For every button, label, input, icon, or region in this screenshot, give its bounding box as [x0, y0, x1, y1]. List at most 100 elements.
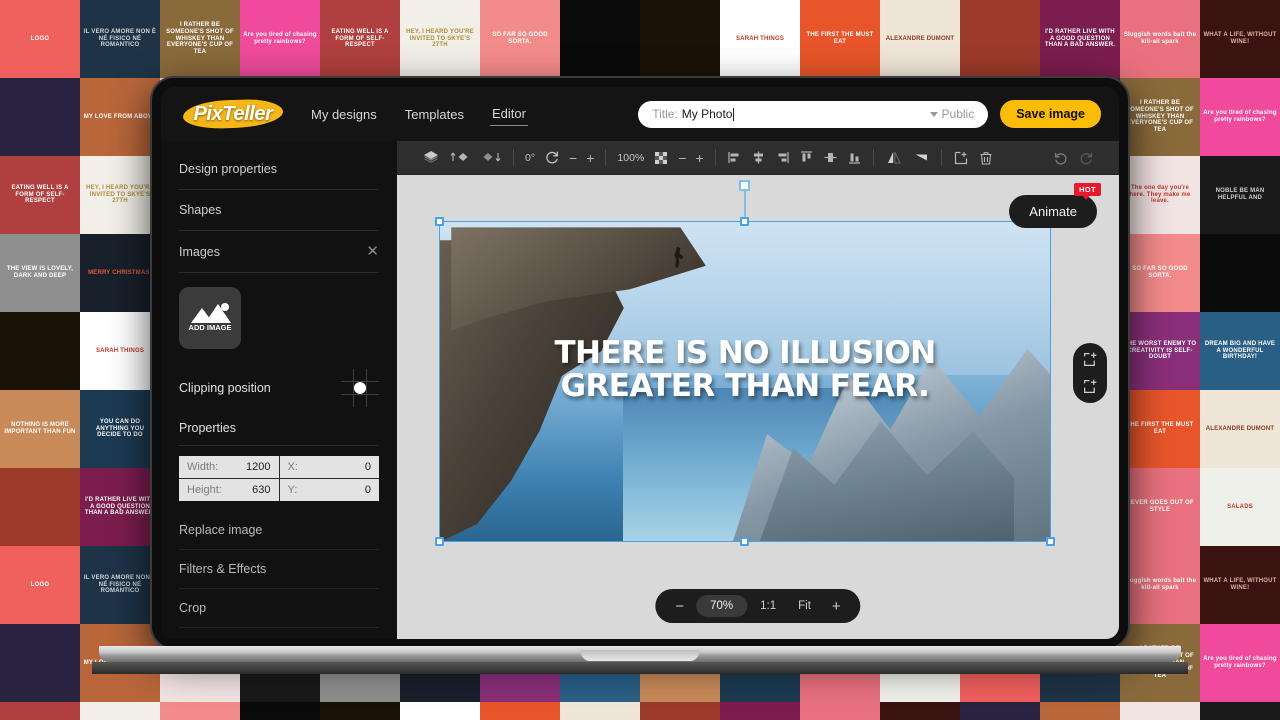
rotation-increase-button[interactable]: + [586, 151, 594, 165]
collage-tile: THE FIRST THE MUST EAT [1120, 390, 1200, 468]
toolbar-group-opacity: 100% − + [606, 150, 714, 166]
collage-tile: NOBLE BE MAN HELPFUL AND [1200, 156, 1280, 234]
redo-icon[interactable] [1078, 150, 1094, 166]
collage-tile: SARAH THINGS [400, 702, 480, 720]
collage-tile [640, 702, 720, 720]
collage-tile: EATING WELL IS A FORM OF SELF-RESPECT [0, 156, 80, 234]
opacity-decrease-button[interactable]: − [678, 151, 686, 165]
add-frame-below-icon[interactable] [1082, 378, 1099, 395]
zoom-fit-button[interactable]: Fit [789, 600, 820, 612]
rotate-icon[interactable] [544, 150, 560, 166]
canvas-stage[interactable]: HOT Animate THERE IS NO ILLUSION GREATER… [397, 175, 1119, 639]
sidebar-link-replace-image[interactable]: Replace image [179, 511, 379, 550]
bring-forward-icon[interactable] [449, 150, 471, 166]
flip-horizontal-icon[interactable] [885, 150, 903, 165]
design-text-line-2: GREATER THAN FEAR. [560, 368, 930, 405]
toolbar-group-object [942, 150, 1005, 166]
align-middle-vertical-icon[interactable] [823, 150, 838, 165]
collage-tile: Are you tired of chasing pretty rainbows… [1200, 624, 1280, 702]
sidebar-link-crop[interactable]: Crop [179, 589, 379, 628]
send-backward-icon[interactable] [480, 150, 502, 166]
design-text-line-1: THERE IS NO ILLUSION [554, 334, 936, 371]
main-nav: My designs Templates Editor [309, 102, 528, 126]
collage-tile-text: SO FAR SO GOOD SORTA. [492, 32, 548, 45]
align-right-icon[interactable] [775, 150, 790, 165]
laptop-screen: PixTeller My designs Templates Editor Ti… [152, 78, 1128, 648]
property-width[interactable]: Width: 1200 [179, 456, 279, 478]
collage-tile: LOGO [0, 546, 80, 624]
collage-tile-text: MY LOVE FROM ABOVE [83, 113, 157, 120]
canvas-area: 0° − + 100% − + HOT Animate THERE IS NO … [397, 141, 1119, 639]
sidebar-link-filters-effects[interactable]: Filters & Effects [179, 550, 379, 589]
collage-tile [240, 702, 320, 720]
design-image[interactable]: THERE IS NO ILLUSION GREATER THAN FEAR. [439, 221, 1051, 542]
screenshot-root: LOGO IL VERO AMORE NON È NÉ FISICO NÉ ROM… [0, 0, 1280, 720]
opacity-checker-icon[interactable] [653, 150, 669, 166]
collage-tile-text: I'D RATHER LIVE WITH A GOOD QUESTION THA… [84, 496, 156, 517]
collage-tile-text: NOTHING IS MORE IMPORTANT THAN FUN [4, 422, 76, 435]
sidebar-link-mask[interactable]: Mask [179, 628, 379, 639]
collage-tile: SARAH THINGS [720, 0, 800, 78]
collage-tile-text: IL VERO AMORE NON È NÉ FISICO NÉ ROMANTI… [83, 28, 157, 49]
save-image-button[interactable]: Save image [1000, 100, 1101, 128]
add-image-label-line2: IMAGE [206, 323, 232, 333]
property-x[interactable]: X: 0 [279, 456, 379, 478]
align-top-icon[interactable] [799, 150, 814, 165]
collage-tile-text: IL VERO AMORE NON È NÉ FISICO NÉ ROMANTI… [83, 574, 157, 595]
delete-icon[interactable] [978, 150, 994, 166]
title-prefix-label: Title: [652, 107, 678, 121]
sidebar-section-design-properties[interactable]: Design properties [179, 149, 379, 190]
sidebar-section-shapes[interactable]: Shapes [179, 190, 379, 231]
collage-tile: IL VERO AMORE NON È NÉ FISICO NÉ ROMANTI… [80, 0, 160, 78]
collage-tile [640, 0, 720, 78]
collage-tile: MY LOVE FROM ABOVE [1040, 702, 1120, 720]
duplicate-icon[interactable] [953, 150, 969, 166]
rotation-decrease-button[interactable]: − [569, 151, 577, 165]
visibility-selector[interactable]: Public [929, 107, 974, 121]
collage-tile: Are you tired of chasing pretty rainbows… [240, 0, 320, 78]
align-bottom-icon[interactable] [847, 150, 862, 165]
layers-icon[interactable] [422, 149, 440, 167]
header-right-group: Title: My Photo Public Save image [638, 100, 1101, 128]
clipping-position-dot[interactable] [354, 382, 366, 394]
collage-tile: SO FAR SO GOOD SORTA. [1120, 234, 1200, 312]
property-width-value: 1200 [246, 461, 271, 473]
collage-tile: ALEXANDRE DUMONT [880, 0, 960, 78]
collage-tile-text: SARAH THINGS [735, 35, 785, 42]
property-x-label: X: [287, 461, 298, 473]
zoom-one-to-one-button[interactable]: 1:1 [751, 600, 785, 612]
collage-tile: I RATHER BE SOMEONE'S SHOT OF WHISKEY TH… [1120, 78, 1200, 156]
opacity-increase-button[interactable]: + [695, 151, 703, 165]
nav-item-editor[interactable]: Editor [490, 102, 528, 126]
zoom-in-button[interactable]: + [824, 599, 849, 614]
property-height[interactable]: Height: 630 [179, 479, 279, 501]
collage-tile: I'D RATHER LIVE WITH A GOOD QUESTION THA… [720, 702, 800, 720]
collage-tile-text: WHAT A LIFE, WITHOUT WINE! [1203, 32, 1277, 45]
align-left-icon[interactable] [727, 150, 742, 165]
flip-vertical-icon[interactable] [912, 150, 930, 165]
collage-tile-text: I'D RATHER LIVE WITH A GOOD QUESTION THA… [1044, 28, 1116, 49]
clipping-position-control[interactable] [341, 369, 379, 407]
pixteller-logo[interactable]: PixTeller [179, 96, 287, 132]
design-title-input[interactable]: Title: My Photo Public [638, 100, 989, 128]
nav-item-templates[interactable]: Templates [403, 103, 466, 126]
align-center-horizontal-icon[interactable] [751, 150, 766, 165]
undo-icon[interactable] [1053, 150, 1069, 166]
collage-tile: ALEXANDRE DUMONT [560, 702, 640, 720]
add-frame-icon[interactable] [1082, 351, 1099, 368]
collage-tile-text: LOGO [30, 581, 50, 588]
collage-tile: NEVER GOES OUT OF STYLE [1120, 468, 1200, 546]
property-y[interactable]: Y: 0 [279, 479, 379, 501]
collage-tile: The one day you're here. They make me le… [1120, 702, 1200, 720]
collage-tile [960, 702, 1040, 720]
close-icon[interactable]: ✕ [366, 244, 379, 259]
collage-tile-text: YOU CAN DO ANYTHING YOU DECIDE TO DO [95, 418, 145, 439]
zoom-level-value[interactable]: 70% [696, 595, 748, 617]
zoom-out-button[interactable]: − [667, 599, 692, 614]
collage-tile: HEY, I HEARD YOU'RE INVITED TO SKYE'S 27… [80, 702, 160, 720]
properties-grid: Width: 1200 X: 0 Height: 630 Y: 0 [179, 456, 379, 501]
rotation-handle[interactable] [739, 180, 750, 191]
sidebar-section-images[interactable]: Images ✕ [179, 231, 379, 273]
add-image-button[interactable]: ADD IMAGE [179, 287, 241, 349]
nav-item-my-designs[interactable]: My designs [309, 103, 379, 126]
